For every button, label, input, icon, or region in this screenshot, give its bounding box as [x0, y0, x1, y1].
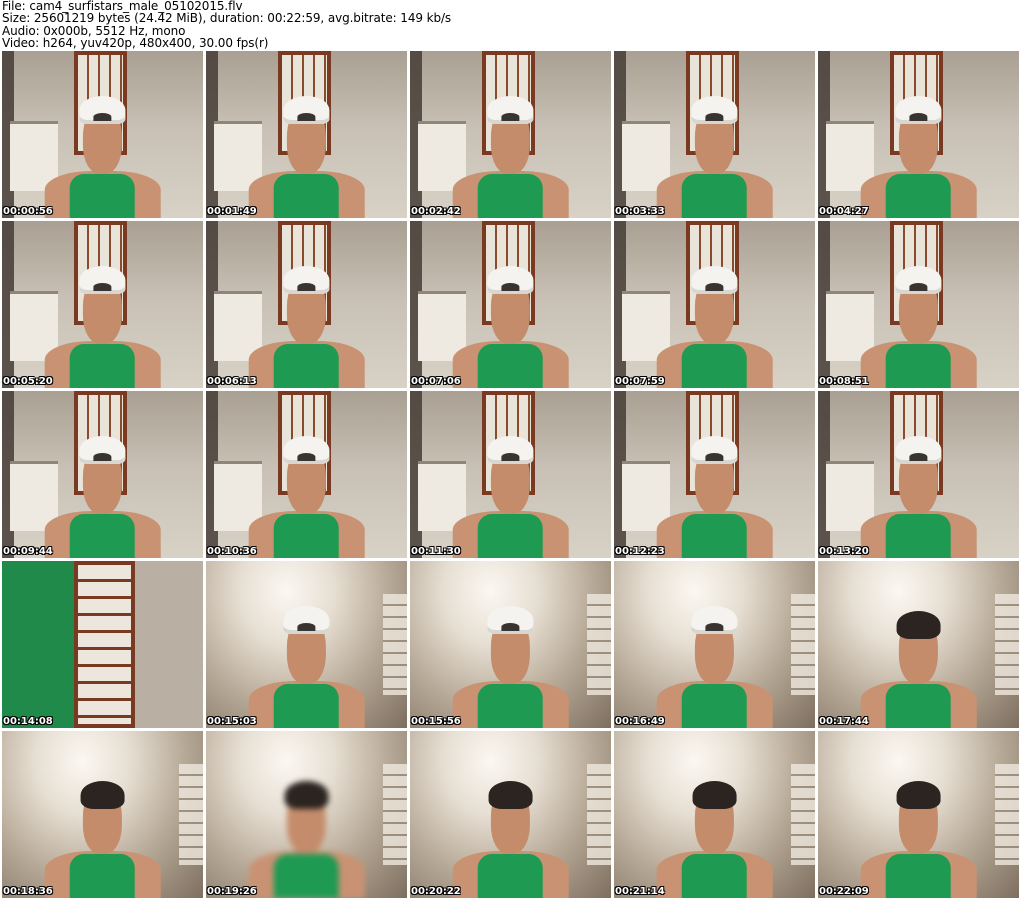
thumbnail-timestamp: 00:17:44: [819, 716, 869, 727]
person-figure: [452, 428, 569, 558]
thumbnail-timestamp: 00:05:20: [3, 376, 53, 387]
video-thumbnail: 00:01:49: [206, 51, 407, 218]
thumbnail-timestamp: 00:18:36: [3, 886, 53, 897]
video-thumbnail: 00:15:03: [206, 561, 407, 728]
person-figure: [44, 428, 161, 558]
cap: [487, 605, 534, 635]
cap: [79, 95, 126, 125]
video-thumbnail: 00:08:51: [818, 221, 1019, 388]
thumbnail-frame-image: [2, 561, 203, 728]
video-thumbnail: 00:04:27: [818, 51, 1019, 218]
thumbnail-timestamp: 00:08:51: [819, 376, 869, 387]
thumbnail-timestamp: 00:15:03: [207, 716, 257, 727]
person-figure: [656, 88, 773, 218]
thumbnail-timestamp: 00:21:14: [615, 886, 665, 897]
cap: [283, 265, 330, 295]
thumbnail-timestamp: 00:22:09: [819, 886, 869, 897]
thumbnail-timestamp: 00:16:49: [615, 716, 665, 727]
person-figure: [44, 88, 161, 218]
thumbnail-timestamp: 00:15:56: [411, 716, 461, 727]
cap: [487, 95, 534, 125]
video-thumbnail: 00:07:06: [410, 221, 611, 388]
video-thumbnail: 00:17:44: [818, 561, 1019, 728]
video-thumbnail: 00:00:56: [2, 51, 203, 218]
video-thumbnail: 00:09:44: [2, 391, 203, 558]
video-thumbnail: 00:06:13: [206, 221, 407, 388]
thumbnail-timestamp: 00:20:22: [411, 886, 461, 897]
video-thumbnail: 00:22:09: [818, 731, 1019, 898]
thumbnail-grid: 00:00:56 00:01:49 00:02:42 00:03:33 00:04:27…: [2, 51, 1022, 899]
person-figure: [44, 258, 161, 388]
thumbnail-timestamp: 00:14:08: [3, 716, 53, 727]
thumbnail-timestamp: 00:00:56: [3, 206, 53, 217]
cap: [79, 265, 126, 295]
person-figure: [860, 258, 977, 388]
cap: [283, 605, 330, 635]
person-figure: [248, 768, 365, 898]
person-figure: [248, 428, 365, 558]
cap: [283, 435, 330, 465]
cap: [895, 435, 942, 465]
person-figure: [860, 88, 977, 218]
person-figure: [452, 258, 569, 388]
cap: [691, 605, 738, 635]
thumbnail-timestamp: 00:02:42: [411, 206, 461, 217]
cap: [691, 265, 738, 295]
thumbnail-timestamp: 00:10:36: [207, 546, 257, 557]
thumbnail-timestamp: 00:07:06: [411, 376, 461, 387]
thumbnail-timestamp: 00:07:59: [615, 376, 665, 387]
video-thumbnail: 00:20:22: [410, 731, 611, 898]
person-figure: [656, 428, 773, 558]
cap: [79, 435, 126, 465]
person-figure: [452, 768, 569, 898]
person-figure: [860, 428, 977, 558]
video-thumbnail: 00:12:23: [614, 391, 815, 558]
cap: [691, 95, 738, 125]
person-figure: [656, 768, 773, 898]
cap: [487, 435, 534, 465]
person-figure: [452, 88, 569, 218]
video-thumbnail: 00:14:08: [2, 561, 203, 728]
person-figure: [248, 598, 365, 728]
video-thumbnail: 00:02:42: [410, 51, 611, 218]
thumbnail-timestamp: 00:19:26: [207, 886, 257, 897]
person-figure: [248, 258, 365, 388]
cap: [283, 95, 330, 125]
file-size-line: Size: 25601219 bytes (24.42 MiB), durati…: [2, 11, 452, 26]
thumbnail-timestamp: 00:04:27: [819, 206, 869, 217]
video-thumbnail: 00:21:14: [614, 731, 815, 898]
cap: [691, 435, 738, 465]
person-figure: [860, 598, 977, 728]
person-figure: [656, 258, 773, 388]
thumbnail-timestamp: 00:09:44: [3, 546, 53, 557]
person-figure: [452, 598, 569, 728]
video-thumbnail: 00:10:36: [206, 391, 407, 558]
video-thumbnail: 00:18:36: [2, 731, 203, 898]
video-thumbnail: 00:07:59: [614, 221, 815, 388]
thumbnail-timestamp: 00:03:33: [615, 206, 665, 217]
cap: [487, 265, 534, 295]
person-figure: [248, 88, 365, 218]
cap: [895, 265, 942, 295]
video-thumbnail: 00:16:49: [614, 561, 815, 728]
video-thumbnail: 00:03:33: [614, 51, 815, 218]
thumbnail-timestamp: 00:06:13: [207, 376, 257, 387]
thumbnail-timestamp: 00:12:23: [615, 546, 665, 557]
video-thumbnail: 00:13:20: [818, 391, 1019, 558]
person-figure: [44, 768, 161, 898]
file-info-header: File: cam4_surfistars_male_05102015.flv …: [2, 0, 1020, 50]
person-figure: [656, 598, 773, 728]
video-thumbnail: 00:15:56: [410, 561, 611, 728]
thumbnail-timestamp: 00:13:20: [819, 546, 869, 557]
thumbnail-timestamp: 00:01:49: [207, 206, 257, 217]
video-thumbnail: 00:19:26: [206, 731, 407, 898]
thumbnail-timestamp: 00:11:30: [411, 546, 461, 557]
person-figure: [860, 768, 977, 898]
video-thumbnail: 00:05:20: [2, 221, 203, 388]
video-thumbnail: 00:11:30: [410, 391, 611, 558]
video-info-line: Video: h264, yuv420p, 480x400, 30.00 fps…: [2, 35, 269, 50]
cap: [895, 95, 942, 125]
